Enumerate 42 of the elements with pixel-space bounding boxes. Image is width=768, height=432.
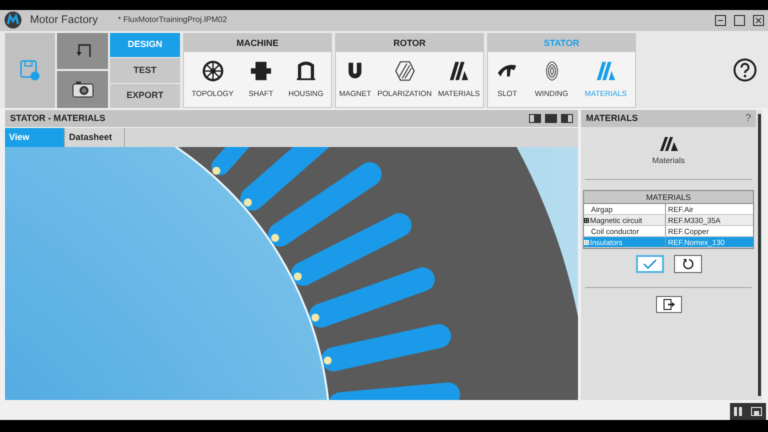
materials-icon [594, 60, 617, 82]
refresh-icon [682, 258, 694, 270]
return-arrow-icon [74, 44, 90, 58]
materials-icon [448, 60, 470, 82]
check-icon [642, 259, 656, 270]
apply-button[interactable] [636, 255, 664, 274]
panel-title: MATERIALS [586, 112, 638, 126]
screen-icon[interactable] [750, 406, 762, 416]
hexagon-icon [394, 60, 416, 82]
group-title: MACHINE [184, 34, 331, 52]
wheel-icon [202, 60, 224, 82]
document-title: * FluxMotorTrainingProj.IPM02 [118, 14, 227, 26]
layout-icon[interactable] [529, 114, 541, 124]
reset-button[interactable] [674, 255, 702, 274]
group-title: STATOR [488, 34, 635, 52]
save-tile[interactable] [5, 32, 55, 108]
exit-icon [662, 299, 674, 310]
minimize-icon[interactable] [715, 14, 726, 26]
snapshot-button[interactable] [57, 70, 108, 108]
layout-icon[interactable] [561, 114, 573, 124]
table-heading: MATERIALS [584, 191, 753, 204]
materials-icon [658, 136, 678, 152]
help-mark[interactable]: ? [745, 111, 751, 126]
layout-icon[interactable] [545, 114, 557, 124]
pause-icon[interactable] [734, 406, 742, 416]
app-name: Motor Factory [30, 13, 98, 28]
housing-icon [294, 60, 317, 82]
mode-tab[interactable]: TEST [110, 58, 180, 83]
help-icon[interactable] [733, 58, 757, 82]
undo-button[interactable] [57, 32, 108, 69]
save-icon [19, 59, 41, 82]
close-icon[interactable] [753, 14, 764, 26]
section-label: Materials [652, 155, 685, 168]
maximize-icon[interactable] [734, 14, 745, 26]
mode-tab[interactable]: EXPORT [110, 84, 180, 108]
exit-button[interactable] [656, 296, 682, 314]
logo-icon [4, 11, 22, 30]
panel-title: STATOR - MATERIALS [10, 112, 106, 126]
camera-icon [72, 80, 94, 98]
group-title: ROTOR [336, 34, 483, 52]
expand-icon[interactable] [584, 218, 589, 223]
shaft-icon [250, 60, 272, 82]
